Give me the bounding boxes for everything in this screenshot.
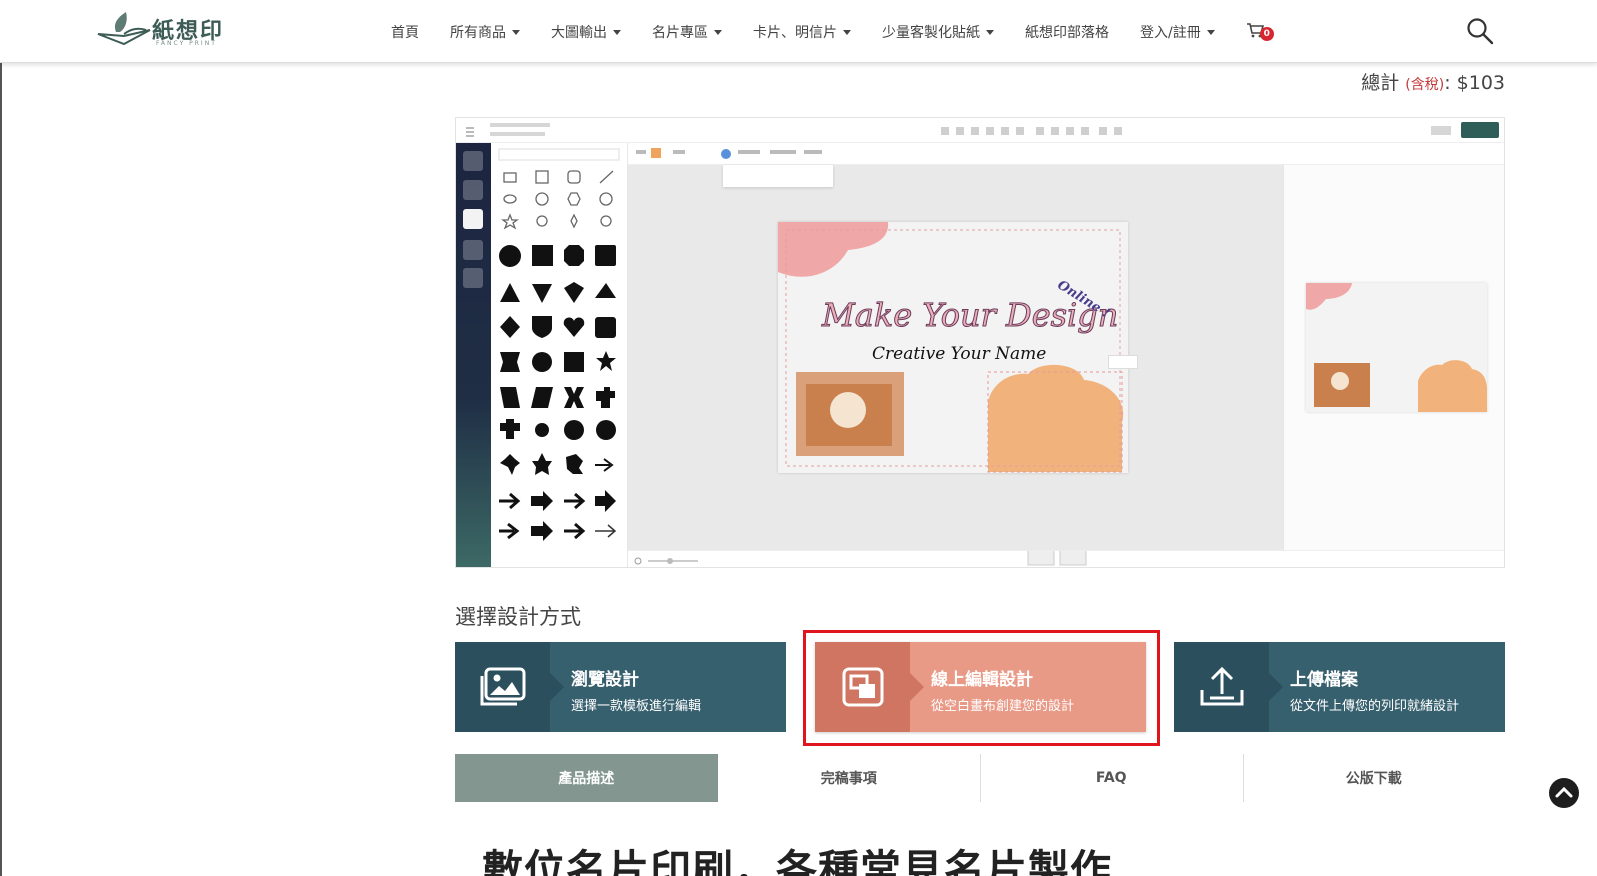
option-subtitle: 從文件上傳您的列印就緒設計: [1290, 699, 1460, 714]
option-text: 上傳檔案 從文件上傳您的列印就緒設計: [1269, 642, 1459, 732]
rail-button: [463, 209, 483, 229]
order-total: 總計 (含稅): $103: [1361, 68, 1505, 95]
total-colon: :: [1444, 72, 1451, 94]
nav-label: 登入/註冊: [1140, 25, 1201, 41]
chevron-up-icon: [1555, 786, 1573, 798]
preview-bottom-bar: [628, 546, 1504, 567]
tab-template-download[interactable]: 公版下載: [1242, 754, 1506, 802]
rail-button: [463, 240, 483, 260]
option-text: 瀏覽設計 選擇一款模板進行編輯: [550, 642, 701, 732]
logo-subtext: FANCY PRINT: [156, 40, 217, 47]
upload-file-button[interactable]: 上傳檔案 從文件上傳您的列印就緒設計: [1174, 642, 1505, 732]
nav-login-register[interactable]: 登入/註冊: [1140, 22, 1215, 42]
nav-label: 少量客製化貼紙: [882, 25, 980, 41]
preview-canvas: Make Your Design Online ! Creative Your …: [628, 165, 1283, 550]
canvas-tooltip: [723, 165, 833, 187]
design-method-title: 選擇設計方式: [455, 605, 581, 629]
leaf-logo-icon: [97, 12, 151, 46]
nav-label: 紙想印部落格: [1025, 25, 1109, 41]
option-icon-box: [455, 642, 564, 732]
content-headline: 數位名片印刷，各種常見名片製作: [482, 846, 1112, 876]
nav-label: 名片專區: [652, 25, 708, 41]
caret-down-icon: [843, 29, 851, 35]
main-nav: 首頁 所有商品 大圖輸出 名片專區 卡片、明信片 少量客製化貼紙 紙想印部落格 …: [391, 20, 1276, 44]
tab-label: FAQ: [1095, 770, 1127, 786]
card-subline: Creative Your Name: [872, 344, 1047, 364]
total-amount: $103: [1456, 72, 1505, 94]
total-label: 總計: [1361, 72, 1400, 94]
cart-button[interactable]: 0: [1246, 22, 1276, 42]
nav-business-cards[interactable]: 名片專區: [652, 22, 722, 42]
rail-button: [463, 151, 483, 171]
nav-custom-stickers[interactable]: 少量客製化貼紙: [882, 22, 994, 42]
tab-label: 產品描述: [558, 771, 615, 787]
rail-button: [463, 180, 483, 200]
preview-side-panel: [1283, 165, 1504, 550]
back-to-top-button[interactable]: [1549, 778, 1579, 808]
rail-button: [463, 268, 483, 288]
card-design-thumbnail: [1306, 283, 1487, 412]
tab-label: 完稿事項: [820, 771, 877, 787]
nav-home[interactable]: 首頁: [391, 22, 419, 42]
tab-finishing-notes[interactable]: 完稿事項: [718, 754, 981, 802]
nav-label: 首頁: [391, 25, 419, 41]
preview-side-rail: [456, 143, 491, 567]
site-header: 紙想印 FANCY PRINT 首頁 所有商品 大圖輸出 名片專區 卡片、明信片…: [0, 0, 1597, 63]
option-subtitle: 選擇一款模板進行編輯: [571, 699, 702, 714]
caret-down-icon: [613, 29, 621, 35]
highlight-frame: [803, 630, 1160, 746]
nav-blog[interactable]: 紙想印部落格: [1025, 22, 1109, 42]
shapes-grid: [498, 148, 620, 541]
upload-icon: [1200, 666, 1244, 706]
window-edge: [0, 0, 2, 876]
site-logo[interactable]: 紙想印 FANCY PRINT: [94, 10, 234, 52]
caret-down-icon: [714, 29, 722, 35]
preview-toolbar-icons: [466, 122, 1499, 138]
tab-label: 公版下載: [1345, 771, 1402, 787]
card-design-large: Make Your Design Online ! Creative Your …: [778, 222, 1128, 473]
nav-large-format[interactable]: 大圖輸出: [551, 22, 621, 42]
option-title: 瀏覽設計: [571, 670, 639, 690]
thumbnail-artwork: [1306, 283, 1487, 412]
tab-product-description[interactable]: 產品描述: [455, 754, 718, 802]
product-info-tabs: 產品描述 完稿事項 FAQ 公版下載: [455, 754, 1505, 802]
preview-sub-toolbar-icons: [636, 148, 822, 159]
zoom-slider: [634, 546, 1087, 566]
caret-down-icon: [512, 29, 520, 35]
nav-all-products[interactable]: 所有商品: [450, 22, 520, 42]
caret-down-icon: [1206, 29, 1215, 35]
search-icon[interactable]: [1466, 17, 1494, 45]
cart-count-badge: 0: [1259, 27, 1274, 41]
preview-top-bar: [456, 118, 1504, 143]
option-title: 上傳檔案: [1290, 670, 1358, 690]
editor-preview-image: Make Your Design Online ! Creative Your …: [455, 117, 1505, 568]
image-gallery-icon: [480, 667, 526, 706]
nav-label: 大圖輸出: [551, 25, 607, 41]
preview-sub-toolbar: [628, 143, 1504, 165]
total-tax-note: (含稅): [1405, 77, 1445, 93]
preview-shapes-panel: [491, 143, 628, 567]
browse-design-button[interactable]: 瀏覽設計 選擇一款模板進行編輯: [455, 642, 786, 732]
caret-down-icon: [986, 29, 994, 35]
canvas-object-toolbar: [1108, 355, 1138, 369]
option-icon-box: [1174, 642, 1283, 732]
nav-cards-postcards[interactable]: 卡片、明信片: [753, 22, 851, 42]
tab-faq[interactable]: FAQ: [980, 754, 1243, 802]
nav-label: 卡片、明信片: [753, 25, 837, 41]
nav-label: 所有商品: [450, 25, 506, 41]
